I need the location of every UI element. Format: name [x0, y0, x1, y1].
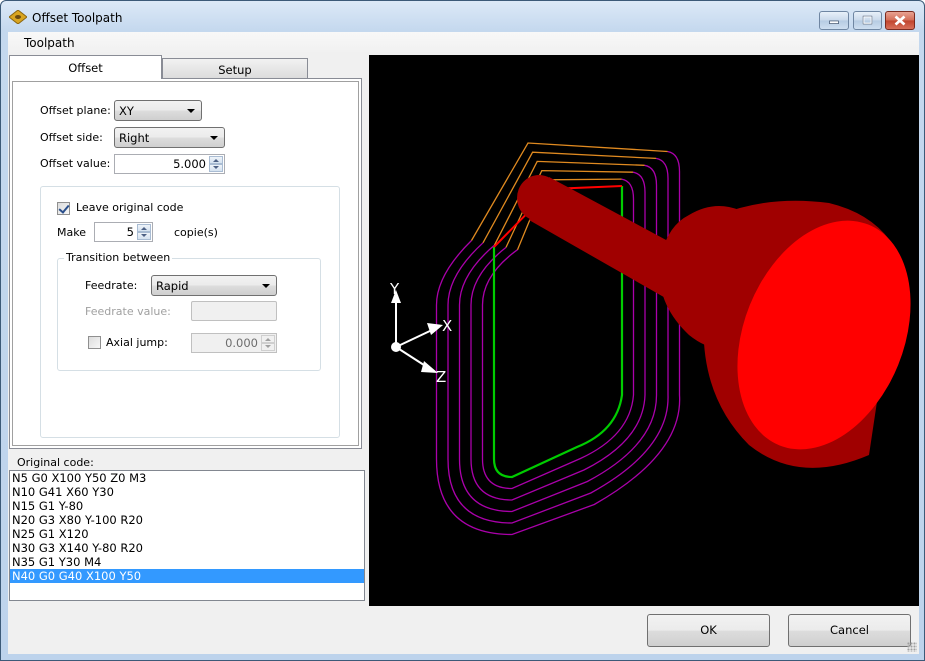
feedrate-label: Feedrate: [85, 279, 138, 292]
axial-jump-checkbox[interactable] [88, 336, 101, 349]
offset-value-text: 5.000 [173, 157, 206, 171]
menu-bar: Toolpath [8, 32, 919, 54]
offset-tab-page: Offset plane: XY Offset side: Right Offs… [9, 78, 362, 449]
axial-jump-spinner[interactable]: 0.000 [191, 333, 277, 353]
copies-spinner[interactable]: 5 [94, 222, 153, 242]
axis-label-z: Z [436, 368, 446, 386]
copies-group: Leave original code Make 5 copie(s) Tran… [40, 186, 340, 438]
transition-group: Transition between Feedrate: Rapid Feedr… [57, 251, 321, 371]
feedrate-select[interactable]: Rapid [151, 275, 277, 296]
maximize-icon [862, 15, 873, 25]
spin-up-icon[interactable] [209, 156, 223, 164]
resize-grip-icon[interactable] [907, 642, 917, 652]
tab-setup[interactable]: Setup [162, 58, 308, 79]
spin-down-icon[interactable] [137, 232, 151, 240]
copies-suffix-label: copie(s) [174, 226, 218, 239]
code-line[interactable]: N5 G0 X100 Y50 Z0 M3 [10, 471, 364, 485]
spin-down-icon[interactable] [261, 343, 275, 351]
close-button[interactable] [885, 11, 915, 30]
chevron-down-icon [210, 136, 218, 140]
close-icon [894, 15, 906, 26]
code-line[interactable]: N15 G1 Y-80 [10, 499, 364, 513]
spin-down-icon[interactable] [209, 164, 223, 172]
maximize-button[interactable] [853, 11, 882, 30]
offset-value-label: Offset value: [40, 157, 111, 170]
axis-triad: Y X Z [389, 280, 452, 386]
spin-up-icon[interactable] [261, 335, 275, 343]
code-line[interactable]: N20 G3 X80 Y-100 R20 [10, 513, 364, 527]
axial-jump-label[interactable]: Axial jump: [106, 336, 168, 349]
code-line[interactable]: N35 G1 Y30 M4 [10, 555, 364, 569]
offset-toolpath-window: Offset Toolpath Toolpath Offset Setup Of… [0, 0, 925, 661]
chevron-down-icon [262, 284, 270, 288]
copies-value: 5 [126, 225, 134, 239]
leave-original-checkbox[interactable] [57, 202, 70, 215]
axis-label-y: Y [389, 280, 400, 298]
offset-value-spinner[interactable]: 5.000 [114, 154, 225, 174]
axial-jump-value: 0.000 [225, 336, 258, 350]
menu-toolpath[interactable]: Toolpath [17, 36, 82, 50]
axis-label-x: X [442, 317, 452, 335]
toolpath-canvas: Y X Z [389, 142, 911, 536]
toolpath-3d-viewport[interactable]: Y X Z [369, 55, 919, 606]
offset-panel: Offset plane: XY Offset side: Right Offs… [12, 81, 359, 446]
feedrate-value: Rapid [156, 279, 189, 293]
transition-group-title: Transition between [64, 251, 173, 264]
client-area: Toolpath Offset Setup Offset plane: XY O… [8, 32, 919, 654]
minimize-button[interactable] [819, 11, 849, 30]
code-line[interactable]: N40 G0 G40 X100 Y50 [10, 569, 364, 583]
offset-side-value: Right [119, 131, 150, 145]
minimize-icon [829, 20, 839, 24]
offset-side-label: Offset side: [40, 131, 103, 144]
leave-original-label[interactable]: Leave original code [76, 201, 183, 214]
original-code-label: Original code: [17, 456, 94, 469]
tool-model [517, 175, 911, 468]
cancel-button[interactable]: Cancel [788, 614, 911, 647]
ok-button[interactable]: OK [647, 614, 770, 647]
offset-plane-label: Offset plane: [40, 104, 111, 117]
offset-side-select[interactable]: Right [114, 127, 225, 148]
make-label: Make [57, 226, 86, 239]
app-diamond-icon [9, 10, 27, 24]
code-line[interactable]: N30 G3 X140 Y-80 R20 [10, 541, 364, 555]
offset-plane-select[interactable]: XY [114, 100, 202, 121]
code-line[interactable]: N25 G1 X120 [10, 527, 364, 541]
offset-plane-value: XY [119, 104, 134, 118]
feedrate-value-input[interactable] [191, 301, 277, 321]
tool-shank-tip [517, 175, 561, 221]
title-bar[interactable]: Offset Toolpath [1, 1, 924, 35]
window-title: Offset Toolpath [32, 11, 123, 25]
spin-up-icon[interactable] [137, 224, 151, 232]
chevron-down-icon [187, 109, 195, 113]
tab-offset[interactable]: Offset [9, 55, 162, 79]
code-line[interactable]: N10 G41 X60 Y30 [10, 485, 364, 499]
feedrate-value-label: Feedrate value: [85, 305, 171, 318]
original-code-list[interactable]: N5 G0 X100 Y50 Z0 M3 N10 G41 X60 Y30 N15 G… [9, 470, 365, 601]
